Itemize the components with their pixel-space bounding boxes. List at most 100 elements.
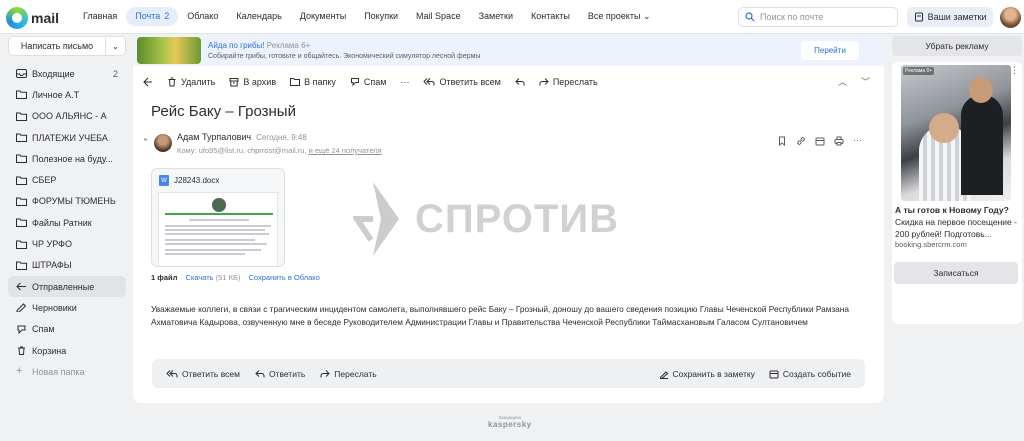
print-icon[interactable] bbox=[834, 136, 844, 146]
nav-all-projects[interactable]: Все проекты ⌄ bbox=[579, 7, 660, 26]
link-icon[interactable] bbox=[796, 136, 806, 146]
document-emblem bbox=[212, 198, 226, 212]
calendar-icon[interactable] bbox=[815, 136, 825, 146]
ad-banner-image bbox=[137, 37, 201, 64]
kaspersky-logo[interactable]: kaspersky bbox=[488, 420, 532, 429]
reply-all-bottom-label: Ответить всем bbox=[182, 368, 240, 379]
more-horizontal-icon[interactable]: ··· bbox=[853, 136, 862, 146]
nav-mail[interactable]: Почта 2 bbox=[126, 7, 179, 26]
folder-forums[interactable]: ФОРУМЫ ТЮМЕНЬ bbox=[8, 191, 126, 212]
reply-all-icon bbox=[423, 78, 435, 86]
reply-all-button[interactable]: Ответить всем bbox=[423, 77, 501, 87]
nav-contacts[interactable]: Контакты bbox=[522, 7, 579, 26]
sender-line: Адам Турпалович Сегодня, 9:48 bbox=[177, 132, 307, 142]
folder-icon bbox=[16, 197, 27, 206]
ad-card-url: booking.sbercrm.com bbox=[895, 240, 967, 249]
chevron-down-icon[interactable]: ﹀ bbox=[861, 75, 870, 88]
folder-label: Полезное на буду... bbox=[32, 153, 113, 164]
mail-logo[interactable]: mail bbox=[6, 7, 59, 29]
reply-all-bottom-button[interactable]: Ответить всем bbox=[166, 369, 240, 379]
message-navigation: ︿ ﹀ bbox=[838, 75, 870, 88]
archive-label: В архив bbox=[243, 77, 277, 87]
folder-sent[interactable]: Отправленные bbox=[8, 275, 126, 298]
search-input[interactable]: Поиск по почте bbox=[738, 7, 898, 27]
docx-icon: W bbox=[159, 175, 169, 186]
reply-bottom-label: Ответить bbox=[268, 368, 306, 379]
folder-icon bbox=[16, 240, 27, 249]
to-label: Кому: bbox=[177, 146, 197, 155]
ad-card-description: Скидка на первое посещение - 200 рублей!… bbox=[895, 217, 1017, 239]
chevron-up-icon[interactable]: ︿ bbox=[838, 75, 847, 88]
archive-button[interactable]: В архив bbox=[229, 77, 276, 87]
recipient[interactable]: ufo95@list.ru, bbox=[199, 146, 245, 155]
folder-sber[interactable]: СБЕР bbox=[8, 169, 126, 190]
folder-label: Корзина bbox=[32, 345, 67, 356]
folder-label: ШТРАФЫ bbox=[32, 260, 72, 271]
folder-payments[interactable]: ПЛАТЕЖИ УЧЕБА bbox=[8, 127, 126, 148]
sender-avatar[interactable] bbox=[154, 134, 172, 152]
folder-icon bbox=[16, 133, 27, 143]
nav-notes[interactable]: Заметки bbox=[470, 7, 522, 26]
folder-chr-urfo[interactable]: ЧР УРФО bbox=[8, 233, 126, 254]
reply-bar: Ответить всем Ответить Переслать Сохрани… bbox=[152, 359, 865, 388]
new-folder-button[interactable]: + Новая папка bbox=[8, 361, 126, 382]
attachment-name: J28243.docx bbox=[174, 176, 220, 185]
forward-icon bbox=[539, 78, 549, 86]
folder-personal[interactable]: Личное А.Т bbox=[8, 84, 126, 105]
attachment-card[interactable]: W J28243.docx bbox=[151, 168, 285, 267]
reply-button[interactable] bbox=[515, 77, 525, 87]
more-vertical-icon[interactable]: ⋮ bbox=[1010, 65, 1019, 76]
compose-dropdown-icon[interactable]: ⌄ bbox=[105, 37, 125, 55]
move-to-folder-button[interactable]: В папку bbox=[290, 77, 336, 87]
forward-button[interactable]: Переслать bbox=[539, 77, 598, 87]
folder-spam[interactable]: Спам bbox=[8, 319, 126, 340]
nav-mail-label: Почта bbox=[135, 11, 161, 21]
save-to-cloud-link[interactable]: Сохранить в Облако bbox=[249, 273, 320, 282]
recipient[interactable]: chprrost@mail.ru, bbox=[247, 146, 306, 155]
delete-button[interactable]: Удалить bbox=[167, 77, 215, 87]
folder-move-icon bbox=[290, 78, 301, 86]
attachment-size: (51 КБ) bbox=[215, 273, 241, 282]
create-event-button[interactable]: Создать событие bbox=[769, 369, 851, 379]
unread-dot[interactable] bbox=[144, 138, 147, 141]
ad-card-title: А ты готов к Новому Году? bbox=[895, 205, 1009, 215]
folder-inbox[interactable]: Входящие 2 bbox=[8, 63, 126, 84]
folder-alliance[interactable]: ООО АЛЬЯНС - А bbox=[8, 106, 126, 127]
bookmark-icon[interactable] bbox=[777, 136, 787, 146]
new-folder-label: Новая папка bbox=[32, 366, 85, 377]
ad-card-signup-button[interactable]: Записаться bbox=[894, 262, 1018, 284]
more-recipients-link[interactable]: и ещё 24 получателя bbox=[309, 146, 382, 155]
nav-cloud[interactable]: Облако bbox=[178, 7, 227, 26]
ad-banner-subtitle: Собирайте грибы, готовьте и общайтесь. Э… bbox=[208, 53, 481, 60]
document-green-line bbox=[165, 213, 273, 215]
nav-calendar[interactable]: Календарь bbox=[227, 7, 290, 26]
notes-button[interactable]: Ваши заметки bbox=[907, 7, 993, 27]
calendar-icon bbox=[769, 370, 779, 378]
user-avatar[interactable] bbox=[1000, 7, 1021, 28]
ad-banner-go-button[interactable]: Перейти bbox=[801, 41, 859, 60]
reply-bottom-button[interactable]: Ответить bbox=[255, 369, 305, 379]
forward-bottom-button[interactable]: Переслать bbox=[320, 369, 377, 379]
nav-home[interactable]: Главная bbox=[74, 7, 126, 26]
nav-documents[interactable]: Документы bbox=[291, 7, 355, 26]
document-line bbox=[165, 233, 269, 235]
folder-fines[interactable]: ШТРАФЫ bbox=[8, 255, 126, 276]
folder-ratnik[interactable]: Файлы Ратник bbox=[8, 212, 126, 233]
ad-card[interactable]: Реклама 0+ ⋮ А ты готов к Новому Году? С… bbox=[892, 62, 1022, 324]
ad-banner[interactable]: Айда по грибы! Реклама 6+ Собирайте гриб… bbox=[133, 35, 884, 66]
nav-shopping[interactable]: Покупки bbox=[355, 7, 407, 26]
more-button[interactable]: ··· bbox=[400, 77, 409, 87]
nav-mail-space[interactable]: Mail Space bbox=[407, 7, 470, 26]
nav-mail-badge: 2 bbox=[164, 11, 170, 21]
folder-trash[interactable]: Корзина bbox=[8, 340, 126, 361]
folder-label: Входящие bbox=[32, 68, 75, 79]
download-link[interactable]: Скачать bbox=[185, 273, 213, 282]
compose-button[interactable]: Написать письмо ⌄ bbox=[8, 36, 126, 56]
remove-ads-button[interactable]: Убрать рекламу bbox=[892, 36, 1022, 56]
save-to-note-button[interactable]: Сохранить в заметку bbox=[659, 369, 755, 379]
folder-drafts[interactable]: Черновики bbox=[8, 297, 126, 318]
folder-useful[interactable]: Полезное на буду... bbox=[8, 148, 126, 169]
spam-button[interactable]: Спам bbox=[350, 77, 386, 87]
back-button[interactable] bbox=[143, 77, 153, 87]
sender-name[interactable]: Адам Турпалович bbox=[177, 132, 251, 142]
